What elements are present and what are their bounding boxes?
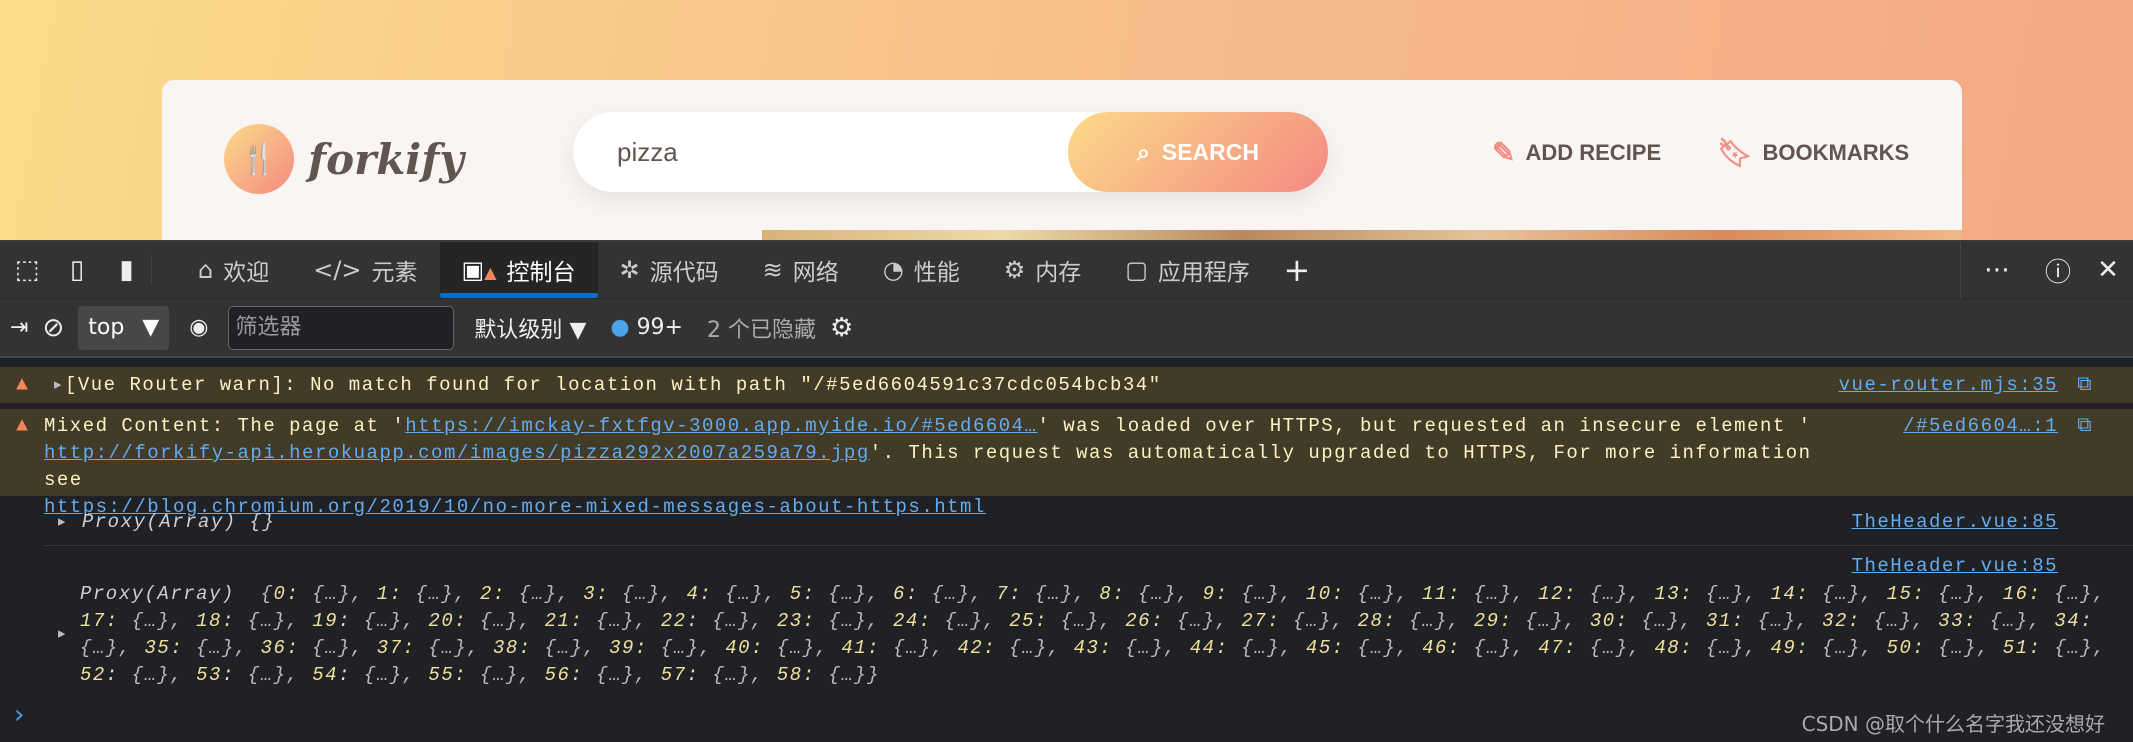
chevron-down-icon: ▼ — [142, 315, 160, 340]
copilot-icon[interactable]: ⧉ — [2077, 413, 2093, 440]
tab-console[interactable]: ▣▲ 控制台 — [439, 242, 598, 298]
message-text: ' was loaded over HTTPS, but requested a… — [1037, 415, 1812, 437]
chip-icon: ⚙ — [1003, 256, 1026, 284]
tab-label: 内存 — [1035, 260, 1082, 286]
logo-text: forkify — [308, 134, 464, 184]
console-log: ▸ Proxy(Array) {} TheHeader.vue:85 — [0, 509, 2133, 545]
chevron-down-icon: ▼ — [569, 317, 587, 343]
tab-label: 元素 — [371, 260, 418, 286]
web-page: 🍴 forkify pizza ⌕ SEARCH ✎ ADD RECIPE 🔖︎ BO… — [0, 0, 2133, 240]
tab-label: 控制台 — [506, 260, 576, 286]
add-tab-icon[interactable]: + — [1272, 251, 1322, 289]
console-toolbar: ⇥ ⊘ top ▼ ◉ 筛选器 默认级别 ▼ ● 99+ 2 个已隐藏 ⚙ — [0, 298, 2133, 356]
tab-label: 应用程序 — [1157, 260, 1250, 286]
source-link[interactable]: /#5ed6604…:1 — [1903, 413, 2058, 440]
devtools-tab-bar: ⬚ ▯ ▮ ⌂ 欢迎 </> 元素 ▣▲ 控制台 ✲ 源代码 ≋ 网络 ◔ 性能 ⚙ 内存 ▢… — [0, 240, 2133, 298]
bookmarks-label: BOOKMARKS — [1762, 139, 1910, 165]
hero-image — [762, 230, 1962, 240]
tab-network[interactable]: ≋ 网络 — [741, 242, 861, 298]
hidden-count: 2 个已隐藏 — [707, 317, 816, 343]
source-link[interactable]: vue-router.mjs:35 — [1839, 372, 2058, 399]
proxy-array-preview[interactable]: Proxy(Array) {0: {…}, 1: {…}, 2: {…}, 3:… — [80, 581, 2110, 689]
filter-input[interactable]: 筛选器 — [228, 305, 455, 350]
console-prompt[interactable]: › — [14, 700, 24, 730]
add-recipe-button[interactable]: ✎ ADD RECIPE — [1492, 136, 1661, 169]
settings-gear-icon[interactable]: ⚙ — [830, 313, 853, 343]
forkify-header: 🍴 forkify pizza ⌕ SEARCH ✎ ADD RECIPE 🔖︎ BO… — [162, 80, 1962, 240]
bookmark-icon: 🔖︎ — [1717, 137, 1753, 168]
divider — [44, 545, 2133, 546]
page-link[interactable]: https://imckay-fxtfgv-3000.app.myide.io/… — [405, 415, 1037, 437]
live-expression-icon[interactable]: ◉ — [189, 315, 208, 340]
logo[interactable]: 🍴 forkify — [224, 124, 464, 194]
add-recipe-label: ADD RECIPE — [1525, 139, 1662, 165]
panel-icon[interactable]: ▮ — [102, 255, 152, 285]
device-icon[interactable]: ▯ — [52, 255, 102, 285]
warning-icon: ▲ — [16, 374, 30, 397]
tab-welcome[interactable]: ⌂ 欢迎 — [176, 242, 291, 298]
expand-icon[interactable]: ▸ — [56, 511, 69, 533]
bookmarks-button[interactable]: 🔖︎ BOOKMARKS — [1717, 136, 1909, 169]
close-icon[interactable]: ✕ — [2083, 255, 2133, 285]
edit-icon: ✎ — [1492, 137, 1516, 168]
search-icon: ⌕ — [1136, 138, 1150, 165]
console-warning: ▲ Mixed Content: The page at 'https://im… — [0, 409, 2133, 518]
context-select[interactable]: top ▼ — [78, 305, 170, 350]
gauge-icon: ◔ — [882, 256, 904, 284]
source-link[interactable]: TheHeader.vue:85 — [1852, 553, 2058, 580]
inspect-icon[interactable]: ⬚ — [2, 255, 52, 285]
console-warning: ▲ ▸[Vue Router warn]: No match found for… — [0, 367, 2133, 403]
context-value: top — [88, 315, 125, 340]
wifi-icon: ≋ — [762, 256, 783, 284]
count: 99+ — [636, 315, 683, 340]
tab-label: 性能 — [913, 260, 960, 286]
message-icon: ● — [610, 315, 630, 340]
source-link[interactable]: TheHeader.vue:85 — [1852, 509, 2058, 536]
tab-application[interactable]: ▢ 应用程序 — [1103, 242, 1272, 298]
level-select[interactable]: 默认级别 ▼ — [474, 312, 586, 344]
more-icon[interactable]: ⋯ — [1961, 255, 2033, 285]
search-form: pizza ⌕ SEARCH — [573, 112, 1328, 192]
copilot-icon[interactable]: ⧉ — [2077, 372, 2093, 399]
tab-memory[interactable]: ⚙ 内存 — [982, 242, 1104, 298]
message-count[interactable]: ● 99+ — [610, 315, 683, 340]
search-input[interactable]: pizza — [617, 112, 678, 192]
search-button[interactable]: ⌕ SEARCH — [1068, 112, 1328, 192]
code-icon: </> — [313, 256, 362, 284]
watermark: CSDN @取个什么名字我还没想好 — [1801, 712, 2105, 736]
divider — [0, 356, 2133, 358]
array-items: {0: {…}, 1: {…}, 2: {…}, 3: {…}, 4: {…},… — [80, 583, 2106, 686]
message-text: Proxy(Array) {} — [81, 511, 276, 533]
bug-icon: ✲ — [619, 256, 640, 284]
clear-console-icon[interactable]: ⊘ — [42, 313, 64, 343]
fork-spoon-icon: 🍴 — [224, 124, 294, 194]
tab-sources[interactable]: ✲ 源代码 — [598, 242, 741, 298]
tab-elements[interactable]: </> 元素 — [291, 242, 439, 298]
console-icon: ▣▲ — [461, 256, 497, 284]
window-icon: ▢ — [1125, 256, 1148, 284]
image-link[interactable]: http://forkify-api.herokuapp.com/images/… — [44, 442, 870, 464]
message-text: Mixed Content: The page at ' — [44, 415, 406, 437]
sidebar-toggle-icon[interactable]: ⇥ — [10, 315, 28, 340]
message-label: Proxy(Array) — [80, 583, 235, 605]
console-log: TheHeader.vue:85 ▸ Proxy(Array) {0: {…},… — [0, 553, 2133, 693]
expand-icon[interactable]: ▸ — [56, 621, 69, 648]
home-icon: ⌂ — [198, 256, 214, 284]
level-value: 默认级别 — [474, 317, 563, 343]
expand-icon[interactable]: ▸ — [52, 374, 65, 396]
tab-label: 源代码 — [649, 260, 719, 286]
message-text: [Vue Router warn]: No match found for lo… — [64, 374, 1162, 396]
search-button-label: SEARCH — [1161, 138, 1259, 165]
tab-performance[interactable]: ◔ 性能 — [861, 242, 982, 298]
tab-label: 网络 — [792, 260, 839, 286]
tab-label: 欢迎 — [223, 260, 270, 286]
warning-icon: ▲ — [16, 415, 30, 438]
help-icon[interactable]: ⓘ — [2033, 252, 2083, 289]
